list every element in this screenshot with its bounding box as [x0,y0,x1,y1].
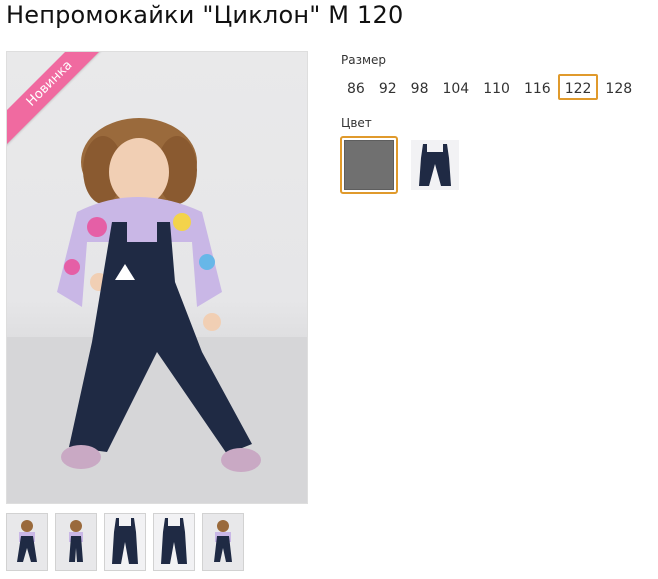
size-label: Размер [341,53,387,67]
product-photo-illustration [7,118,307,503]
size-option-86[interactable]: 86 [340,74,372,100]
color-option-grey[interactable] [340,136,398,194]
girl-front-thumbnail-image [7,514,47,570]
size-option-116[interactable]: 116 [517,74,558,100]
size-options: 86 92 98 104 110 116 122 128 [340,74,639,100]
size-option-122[interactable]: 122 [557,74,599,100]
pants-swatch-icon [411,140,459,190]
size-option-110[interactable]: 110 [476,74,517,100]
thumbnail-3[interactable] [104,513,146,571]
thumbnail-1[interactable] [6,513,48,571]
size-option-104[interactable]: 104 [435,74,476,100]
size-option-98[interactable]: 98 [404,74,436,100]
thumbnail-4[interactable] [153,513,195,571]
color-option-navy[interactable] [406,136,464,194]
size-option-128[interactable]: 128 [598,74,639,100]
thumbnail-strip [6,513,244,571]
grey-swatch [344,140,394,190]
thumbnail-5[interactable] [202,513,244,571]
product-title: Непромокайки "Циклон" М 120 [6,1,404,29]
girl-side-thumbnail-image [56,514,96,570]
main-product-photo[interactable]: Новинка [6,51,308,504]
thumbnail-2[interactable] [55,513,97,571]
size-option-92[interactable]: 92 [372,74,404,100]
girl-standing-thumbnail-image [203,514,243,570]
pants-back-thumbnail-image [154,514,194,570]
color-label: Цвет [341,116,372,130]
color-options [340,136,464,194]
pants-front-thumbnail-image [105,514,145,570]
